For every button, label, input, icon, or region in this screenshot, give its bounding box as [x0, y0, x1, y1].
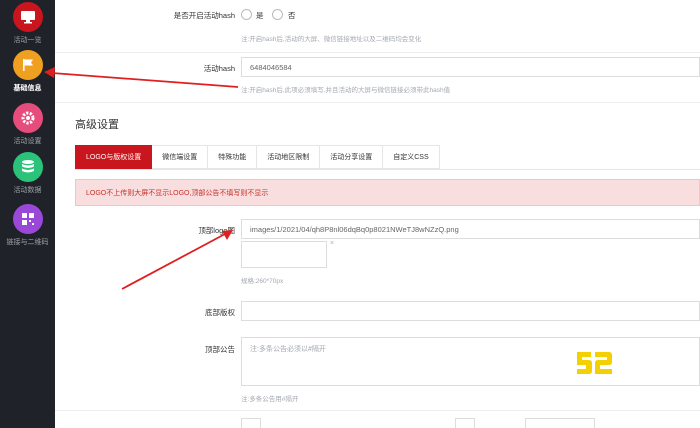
notice-hint: 注:多条公告用#隔开 — [241, 396, 299, 403]
partial-input[interactable] — [525, 418, 595, 428]
sidebar-item-basic-info[interactable]: 基础信息 — [0, 50, 55, 93]
sidebar: 活动一览 基础信息 活动设置 活动数据 链接与二维码 — [0, 0, 55, 428]
radio-yes-label[interactable]: 是 — [256, 10, 264, 21]
sidebar-item-label: 活动数据 — [13, 187, 42, 194]
partial-input[interactable] — [241, 418, 261, 428]
tab-logo-copyright[interactable]: LOGO与版权设置 — [75, 145, 153, 169]
partial-input[interactable] — [455, 418, 475, 428]
tab-wechat[interactable]: 微信端设置 — [152, 145, 209, 169]
divider — [55, 102, 700, 103]
sidebar-item-label: 活动设置 — [13, 138, 42, 145]
database-icon — [12, 152, 43, 182]
hash-input[interactable]: 6484046584 — [241, 57, 700, 77]
divider — [55, 52, 700, 53]
section-title: 高级设置 — [75, 119, 119, 131]
tab-custom-css[interactable]: 自定义CSS — [383, 145, 440, 169]
divider — [55, 410, 700, 411]
tab-region-limit[interactable]: 活动地区限制 — [257, 145, 321, 169]
radio-yes[interactable] — [241, 9, 252, 20]
alert-banner: LOGO不上传则大屏不显示LOGO,顶部公告不填写则不显示 — [75, 179, 700, 206]
sidebar-item-label: 基础信息 — [13, 85, 42, 92]
flag-icon — [12, 50, 43, 80]
tab-special-features[interactable]: 特殊功能 — [208, 145, 258, 169]
qrcode-icon — [12, 204, 43, 234]
hash-field-hint: 注:开启hash后,此项必须填写,并且活动的大屏与微信链接必须带此hash值 — [241, 87, 451, 94]
radio-no[interactable] — [272, 9, 283, 20]
notice-label: 顶部公告 — [205, 345, 235, 354]
hash-toggle-hint: 注:开启hash后,活动的大屏、微信链接地址以及二维码均会变化 — [241, 36, 422, 43]
tab-underline — [75, 169, 700, 170]
notice-textarea[interactable]: 注:多条公告必须以#隔开 — [241, 337, 700, 386]
logo-size-hint: 规格:260*70px — [241, 278, 284, 285]
settings-tabs: LOGO与版权设置 微信端设置 特殊功能 活动地区限制 活动分享设置 自定义CS… — [75, 145, 440, 169]
logo-remove-icon[interactable]: × — [330, 240, 334, 247]
radio-no-label[interactable]: 否 — [288, 10, 296, 21]
gear-icon — [12, 103, 43, 133]
hash-field-label: 活动hash — [203, 64, 235, 73]
monitor-icon — [12, 2, 43, 32]
52-logo-icon — [577, 352, 612, 374]
sidebar-item-label: 链接与二维码 — [6, 239, 49, 246]
sidebar-item-activity-data[interactable]: 活动数据 — [0, 152, 55, 195]
sidebar-item-label: 活动一览 — [13, 37, 42, 44]
logo-label: 顶部logo图 — [198, 226, 235, 235]
logo-preview — [241, 241, 327, 268]
copyright-input[interactable] — [241, 301, 700, 321]
sidebar-item-links-qrcode[interactable]: 链接与二维码 — [0, 204, 55, 247]
tab-share-settings[interactable]: 活动分享设置 — [320, 145, 384, 169]
sidebar-item-activity-list[interactable]: 活动一览 — [0, 2, 55, 45]
hash-toggle-label: 是否开启活动hash — [173, 11, 235, 20]
logo-path-input[interactable]: images/1/2021/04/qh8P8nl06dqBq0p8021NWeT… — [241, 219, 700, 239]
copyright-label: 底部版权 — [205, 308, 235, 317]
alert-text: LOGO不上传则大屏不显示LOGO,顶部公告不填写则不显示 — [86, 189, 269, 197]
sidebar-item-activity-settings[interactable]: 活动设置 — [0, 103, 55, 146]
